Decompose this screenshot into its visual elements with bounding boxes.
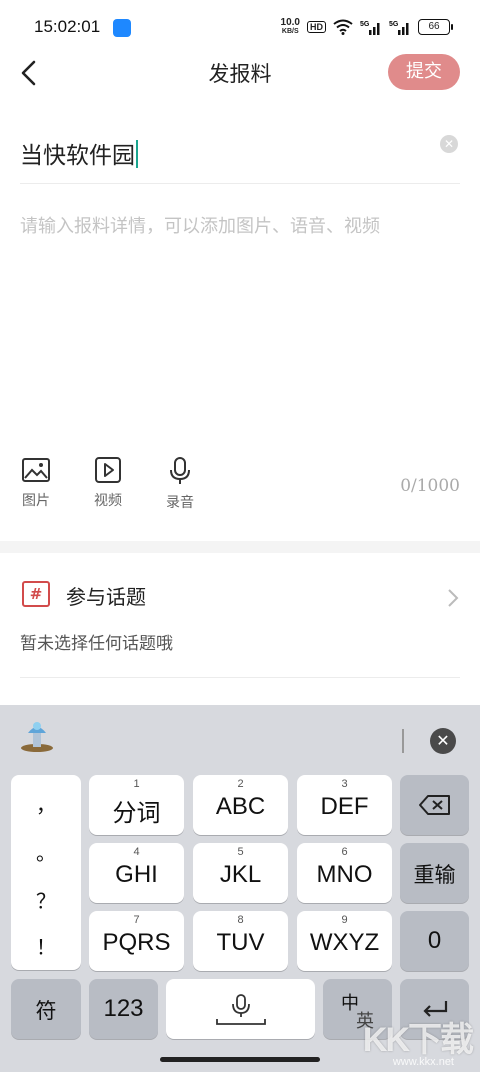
key-label: 分词 (112, 800, 161, 827)
svg-text:5G: 5G (389, 21, 399, 28)
close-keyboard-icon[interactable]: ✕ (430, 728, 456, 754)
key-label: TUV (216, 929, 265, 956)
add-video-label: 视频 (94, 493, 122, 509)
title-input[interactable]: 当快软件园 (20, 136, 138, 170)
watermark-url: www.kkx.net (392, 1056, 454, 1068)
battery-icon: 66 (418, 19, 453, 35)
keyboard-logo-icon[interactable] (18, 719, 56, 755)
key-6[interactable]: 6 MNO (297, 843, 392, 903)
punct-period-key[interactable]: 。 (11, 837, 81, 866)
add-video-button[interactable]: 视频 (80, 456, 136, 510)
section-divider (0, 541, 480, 553)
topic-title: 参与话题 (66, 585, 146, 609)
key-number: 5 (237, 846, 244, 858)
key-label: 0 (427, 927, 442, 954)
key-number: 8 (237, 914, 244, 926)
voice-input-icon (216, 994, 266, 1025)
network-speed: 10.0 KB/S (281, 18, 300, 36)
add-audio-label: 录音 (166, 495, 194, 511)
toolbar-separator (402, 729, 404, 753)
key-4[interactable]: 4 GHI (89, 843, 184, 903)
topic-selector[interactable]: # 参与话题 暂未选择任何话题哦 (0, 553, 480, 678)
key-1[interactable]: 1 分词 (89, 775, 184, 835)
key-number: 1 (133, 778, 140, 790)
key-9[interactable]: 9 WXYZ (297, 911, 392, 971)
image-icon (22, 458, 50, 482)
key-label: PQRS (102, 929, 171, 956)
header: 发报料 提交 (0, 50, 480, 96)
clear-icon[interactable]: ✕ (440, 135, 458, 153)
add-image-button[interactable]: 图片 (8, 456, 64, 510)
key-label: 123 (103, 995, 144, 1022)
network-speed-value: 10.0 (280, 17, 300, 28)
back-arrow-icon (21, 60, 36, 86)
key-3[interactable]: 3 DEF (297, 775, 392, 835)
back-button[interactable] (14, 56, 44, 90)
title-field[interactable]: 当快软件园 ✕ (20, 128, 460, 184)
hd-icon: HD (307, 21, 326, 33)
key-label: ABC (215, 793, 266, 820)
key-number: 4 (133, 846, 140, 858)
punct-comma-key[interactable]: ， (11, 789, 81, 818)
network-speed-unit: KB/S (281, 28, 299, 35)
key-label: DEF (320, 793, 369, 820)
add-image-label: 图片 (22, 493, 50, 509)
signal-icon-2: 5G (389, 21, 409, 35)
detail-textarea[interactable]: 请输入报料详情，可以添加图片、语音、视频 (20, 212, 460, 238)
submit-button[interactable]: 提交 (388, 54, 460, 90)
topic-subtitle: 暂未选择任何话题哦 (20, 634, 173, 654)
text-caret (136, 140, 138, 168)
zero-key[interactable]: 0 (400, 911, 469, 971)
key-8[interactable]: 8 TUV (193, 911, 288, 971)
status-bar: 15:02:01 10.0 KB/S HD 5G 5G 66 (0, 0, 480, 56)
keyboard-toolbar: ✕ (0, 705, 480, 771)
status-icons: 10.0 KB/S HD 5G 5G 66 (281, 18, 453, 36)
reenter-key[interactable]: 重输 (400, 843, 469, 903)
punct-question-key[interactable]: ？ (11, 885, 81, 914)
home-indicator[interactable] (160, 1057, 320, 1062)
key-5[interactable]: 5 JKL (193, 843, 288, 903)
punct-exclaim-key[interactable]: ！ (11, 931, 81, 960)
backspace-icon (419, 795, 450, 815)
char-count: 0/1000 (400, 476, 460, 496)
symbol-key[interactable]: 符 (11, 979, 81, 1039)
key-number: 9 (341, 914, 348, 926)
add-audio-button[interactable]: 录音 (152, 456, 208, 512)
key-label: WXYZ (309, 929, 380, 956)
punctuation-column: ， 。 ？ ！ (11, 775, 81, 970)
chevron-right-icon (448, 589, 459, 607)
status-time: 15:02:01 (34, 17, 101, 36)
number-mode-key[interactable]: 123 (89, 979, 158, 1039)
key-2[interactable]: 2 ABC (193, 775, 288, 835)
media-toolbar: 图片 视频 录音 0/1000 (0, 456, 480, 526)
topic-hashtag-icon: # (22, 581, 50, 607)
key-number: 6 (341, 846, 348, 858)
title-input-value: 当快软件园 (20, 143, 135, 169)
key-label: GHI (115, 861, 158, 888)
video-icon (95, 457, 121, 483)
key-label: JKL (219, 861, 262, 888)
key-7[interactable]: 7 PQRS (89, 911, 184, 971)
notification-app-icon (113, 19, 131, 37)
key-number: 3 (341, 778, 348, 790)
key-label: 符 (35, 1000, 57, 1023)
signal-icon: 5G (360, 21, 380, 35)
divider (20, 677, 460, 678)
microphone-icon (170, 457, 190, 484)
key-label: MNO (316, 861, 373, 888)
key-number: 2 (237, 778, 244, 790)
key-label: 重输 (413, 864, 456, 887)
backspace-key[interactable] (400, 775, 469, 835)
wifi-icon (333, 19, 353, 35)
svg-text:5G: 5G (360, 21, 370, 28)
key-number: 7 (133, 914, 140, 926)
space-voice-key[interactable] (166, 979, 315, 1039)
watermark-logo: KK下载 (362, 1021, 474, 1059)
